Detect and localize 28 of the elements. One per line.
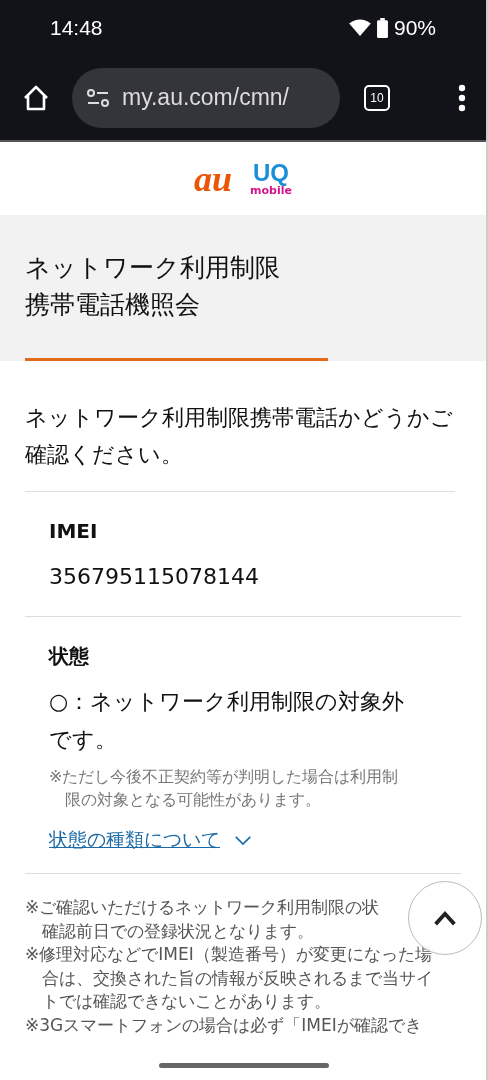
field-label: 状態	[49, 643, 90, 670]
battery-icon	[376, 17, 388, 38]
status-types-link[interactable]: 状態の種類について	[49, 827, 220, 853]
footnote-line: 合は、交換された旨の情報が反映されるまで当サイ	[41, 966, 433, 990]
field-value: ○：ネットワーク利用制限の対象外です。	[49, 688, 406, 754]
footnote-line: ※修理対応などでIMEI（製造番号）が変更になった場	[25, 943, 432, 966]
field-note: ※ただし今後不正契約等が判明した場合は利用制限の対象となる可能性があります。	[49, 766, 400, 811]
home-icon[interactable]	[22, 83, 50, 112]
site-settings-icon[interactable]	[86, 87, 110, 108]
wifi-icon	[348, 18, 371, 37]
clock-text: 14:48	[50, 15, 103, 40]
chevron-icon[interactable]	[234, 834, 252, 846]
footnote-line: トでは確認できないことがあります。	[41, 990, 331, 1013]
footnote-line: ※ご確認いただけるネットワーク利用制限の状	[25, 896, 380, 919]
tab-count-button[interactable]: 10	[364, 84, 390, 111]
field-label: IMEI	[49, 518, 99, 545]
field-value: 356795115078144	[49, 563, 260, 591]
battery-percent: 90%	[393, 15, 436, 40]
footnote-line: 確認前日での登録状況となります。	[41, 919, 314, 943]
intro-text: ネットワーク利用制限携帯電話かどうかご確認ください。	[25, 399, 455, 492]
address-bar[interactable]: my.au.com/cmn/	[72, 67, 340, 128]
uq-mobile-logo[interactable]: UQ mobile	[250, 161, 292, 196]
menu-icon[interactable]	[458, 83, 466, 112]
url-text: my.au.com/cmn/	[122, 84, 289, 111]
footnote-line: ※3Gスマートフォンの場合は必ず「IMEIが確認でき	[25, 1013, 422, 1037]
chevron-up-icon[interactable]	[433, 910, 457, 926]
au-logo[interactable]: au	[194, 160, 233, 197]
page-title: ネットワーク利用制限 携帯電話機照会	[25, 252, 281, 321]
